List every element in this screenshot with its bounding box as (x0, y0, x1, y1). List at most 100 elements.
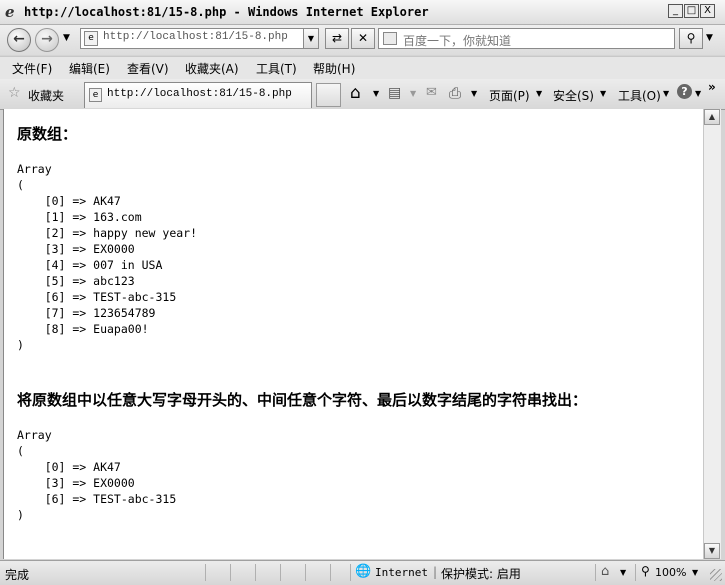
menu-edit[interactable]: 编辑(E) (69, 60, 110, 77)
separator: | (433, 565, 438, 579)
menu-bar: 文件(F) 编辑(E) 查看(V) 收藏夹(A) 工具(T) 帮助(H) (0, 56, 725, 80)
zone-label: Internet (375, 566, 428, 579)
arrow-left-icon: ← (13, 31, 25, 47)
search-provider-icon (383, 32, 397, 45)
chevron-down-icon: ▼ (706, 33, 713, 43)
list-item: [8] => Euapa00! (17, 322, 149, 336)
status-bar: 完成 🌐 Internet | 保护模式: 启用 ⌂ ▼ ⚲ 100% ▼ (0, 560, 725, 585)
chevron-down-icon: ▼ (63, 33, 70, 43)
protected-mode-label: 保护模式: 启用 (441, 567, 521, 581)
stop-button[interactable]: ✕ (351, 28, 375, 49)
feeds-icon[interactable]: ▤ (388, 85, 401, 101)
refresh-button[interactable]: ⇄ (325, 28, 349, 49)
chevron-down-icon[interactable]: ▼ (373, 89, 379, 98)
refresh-icon: ⇄ (331, 31, 343, 45)
favorites-button[interactable]: 收藏夹 (28, 87, 64, 104)
chevron-down-icon[interactable]: ▼ (471, 89, 477, 98)
heading-original-array: 原数组： (17, 125, 78, 143)
stop-icon: ✕ (357, 31, 369, 45)
status-panel (330, 564, 350, 581)
chevron-down-icon: ▼ (663, 89, 670, 98)
security-zone-panel[interactable]: 🌐 Internet | 保护模式: 启用 (350, 564, 595, 581)
page-icon: e (84, 31, 98, 46)
forward-button[interactable]: → (35, 28, 59, 52)
help-icon[interactable]: ? (677, 84, 692, 99)
list-item: [3] => EX0000 (17, 476, 135, 490)
resize-grip[interactable] (710, 569, 722, 581)
list-item: [5] => abc123 (17, 274, 135, 288)
search-icon: ⚲ (686, 31, 696, 45)
minimize-button[interactable]: _ (668, 4, 683, 18)
ie-logo-icon: e (5, 3, 15, 21)
home-icon[interactable]: ⌂ (350, 83, 361, 103)
toolbar-overflow-icon[interactable]: » (708, 80, 716, 94)
array2-close: ) (17, 508, 24, 522)
title-bar: e http://localhost:81/15-8.php - Windows… (0, 0, 725, 25)
zoom-level: 100% (655, 566, 687, 579)
list-item: [3] => EX0000 (17, 242, 135, 256)
arrow-right-icon: → (41, 31, 53, 47)
search-box[interactable]: 百度一下，你就知道 (378, 28, 675, 49)
search-options-dropdown[interactable]: ▼ (706, 33, 713, 43)
list-item: [6] => TEST-abc-315 (17, 290, 177, 304)
tab-row: ☆ 收藏夹 e http://localhost:81/15-8.php ⌂ ▼… (0, 79, 725, 110)
status-panel (205, 564, 230, 581)
heading-filtered-array: 将原数组中以任意大写字母开头的、中间任意个字符、最后以数字结尾的字符串找出： (17, 391, 588, 409)
status-panel (280, 564, 305, 581)
chevron-down-icon[interactable]: ▼ (695, 89, 701, 98)
globe-icon: 🌐 (355, 564, 372, 579)
scroll-up-button[interactable]: ▲ (704, 109, 720, 125)
chevron-down-icon[interactable]: ▼ (410, 89, 416, 98)
maximize-button[interactable]: □ (684, 4, 699, 18)
array2-open: Array ( (17, 428, 52, 458)
new-tab-button[interactable] (316, 83, 341, 107)
zoom-icon: ⚲ (641, 564, 650, 578)
menu-tools[interactable]: 工具(T) (256, 60, 297, 77)
chevron-down-icon: ▼ (600, 89, 607, 98)
status-panel (255, 564, 280, 581)
search-input[interactable]: 百度一下，你就知道 (403, 32, 511, 49)
menu-file[interactable]: 文件(F) (12, 60, 52, 77)
address-dropdown-button[interactable]: ▼ (303, 28, 319, 49)
list-item: [1] => 163.com (17, 210, 142, 224)
array1-close: ) (17, 338, 24, 352)
scroll-down-button[interactable]: ▼ (704, 543, 720, 559)
zoom-panel[interactable]: ⚲ 100% ▼ (635, 564, 705, 581)
tab-title: http://localhost:81/15-8.php (107, 88, 292, 100)
menu-view[interactable]: 查看(V) (127, 60, 169, 77)
close-button[interactable]: X (700, 4, 715, 18)
array2-list: [0] => AK47 [3] => EX0000 [6] => TEST-ab… (17, 459, 177, 507)
status-panel (305, 564, 330, 581)
menu-favorites[interactable]: 收藏夹(A) (185, 60, 239, 77)
page-menu-button[interactable]: 页面(P) (489, 87, 530, 104)
address-bar[interactable]: e http://localhost:81/15-8.php (80, 28, 318, 49)
list-item: [4] => 007 in USA (17, 258, 163, 272)
menu-help[interactable]: 帮助(H) (313, 60, 355, 77)
favorites-star-icon: ☆ (8, 85, 21, 101)
address-url[interactable]: http://localhost:81/15-8.php (103, 31, 288, 43)
recent-pages-dropdown[interactable]: ▼ (63, 33, 70, 43)
list-item: [2] => happy new year! (17, 226, 198, 240)
tools-menu-button[interactable]: 工具(O) (618, 87, 661, 104)
tab-current[interactable]: e http://localhost:81/15-8.php (84, 82, 312, 108)
status-panel (230, 564, 255, 581)
print-icon[interactable]: ⎙ (449, 84, 461, 102)
array1-list: [0] => AK47 [1] => 163.com [2] => happy … (17, 193, 197, 337)
mail-icon[interactable]: ✉ (426, 85, 437, 100)
window-title: http://localhost:81/15-8.php - Windows I… (24, 5, 429, 19)
add-ons-panel[interactable]: ⌂ ▼ (595, 564, 635, 581)
page-icon: e (89, 88, 102, 102)
list-item: [0] => AK47 (17, 460, 121, 474)
array1-open: Array ( (17, 162, 52, 192)
back-button[interactable]: ← (7, 28, 31, 52)
list-item: [7] => 123654789 (17, 306, 156, 320)
list-item: [0] => AK47 (17, 194, 121, 208)
chevron-down-icon: ▼ (620, 568, 627, 577)
status-text: 完成 (5, 568, 30, 582)
safety-menu-button[interactable]: 安全(S) (553, 87, 594, 104)
chevron-down-icon: ▼ (692, 568, 699, 577)
manage-addons-icon: ⌂ (601, 564, 610, 579)
search-button[interactable]: ⚲ (679, 28, 703, 49)
chevron-down-icon: ▼ (536, 89, 543, 98)
vertical-scrollbar[interactable]: ▲ ▼ (703, 109, 721, 559)
